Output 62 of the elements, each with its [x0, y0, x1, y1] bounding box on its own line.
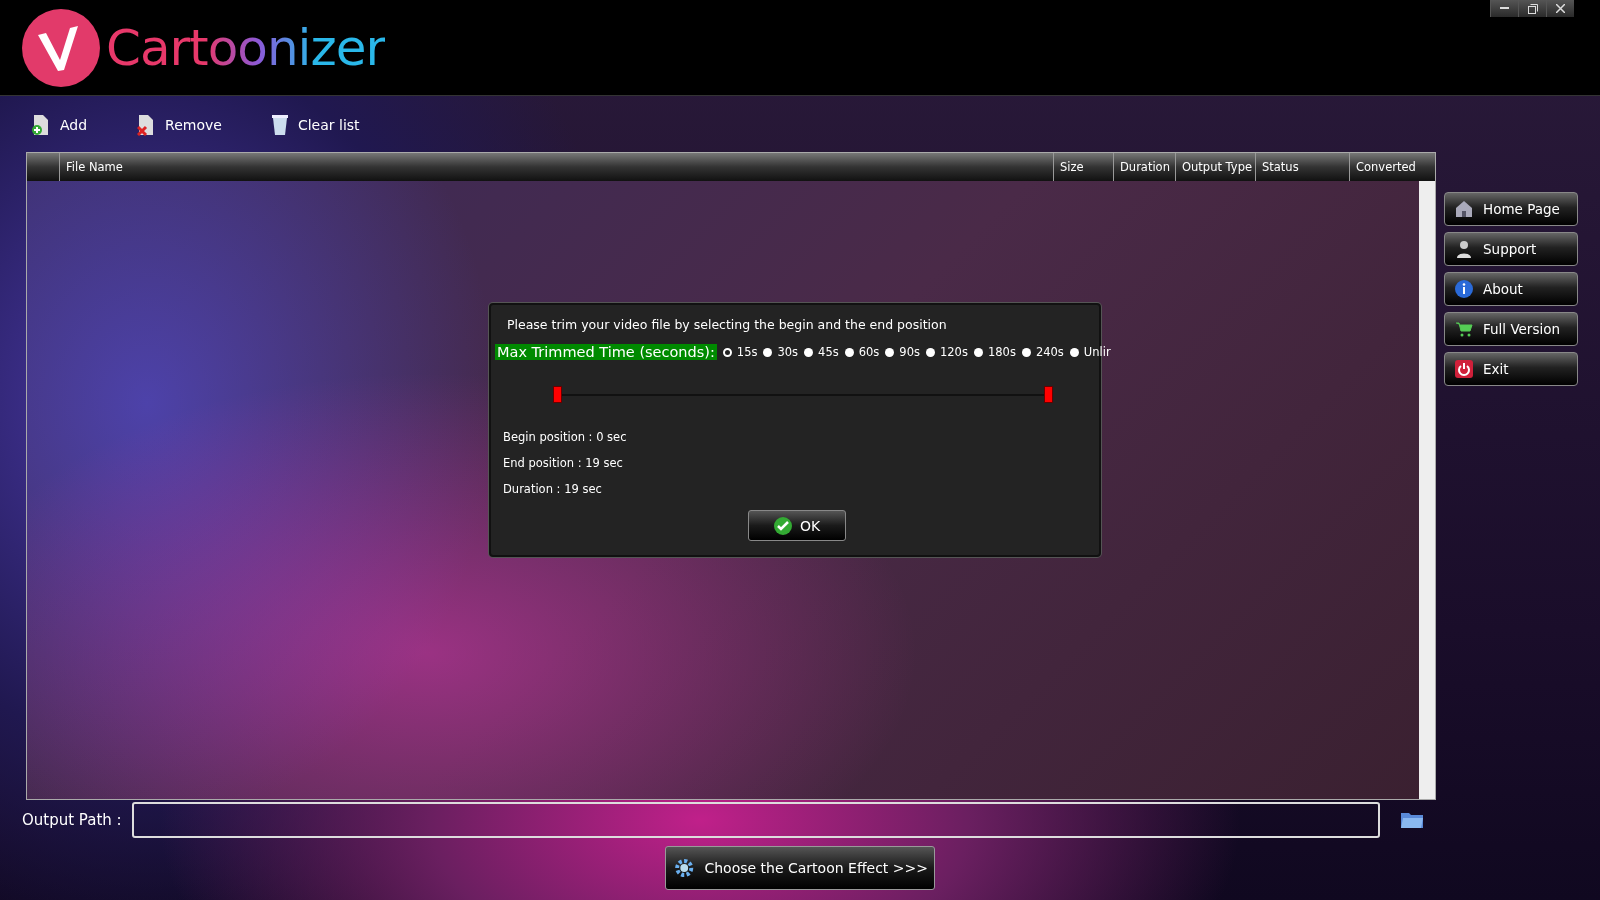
add-button[interactable]: Add — [32, 114, 88, 136]
time-option[interactable]: 60s — [844, 345, 880, 359]
column-header[interactable]: Output Type — [1175, 153, 1255, 181]
trash-icon — [271, 114, 288, 136]
output-path-field[interactable] — [131, 802, 1380, 838]
cart-button[interactable]: Full Version — [1444, 312, 1578, 346]
person-icon — [1455, 240, 1473, 258]
convert-button[interactable]: Choose the Cartoon Effect >>> — [665, 846, 935, 890]
browse-button[interactable] — [1399, 811, 1424, 829]
radio-button[interactable] — [885, 347, 895, 357]
folder-icon — [1399, 811, 1424, 829]
add-file-icon — [32, 114, 50, 136]
output-path-label: Output Path : — [22, 811, 122, 829]
radio-button[interactable] — [763, 347, 773, 357]
radio-button[interactable] — [926, 347, 935, 357]
instruction-text: Please trim your video file by selecting the begin and the end position — [506, 317, 948, 332]
clear-button[interactable]: Clear list — [271, 114, 360, 136]
time-option[interactable]: 45s — [804, 345, 839, 359]
remove-file-icon — [137, 114, 156, 136]
exit-button[interactable]: Exit — [1444, 352, 1578, 386]
minimize-button[interactable] — [1490, 0, 1518, 17]
info-icon — [1455, 280, 1473, 298]
radio-button[interactable] — [804, 347, 814, 357]
time-option[interactable]: 15s — [722, 345, 758, 359]
begin-position-text: Begin position : 0 sec — [503, 430, 628, 444]
logo-icon — [22, 8, 100, 87]
column-header[interactable]: Status — [1255, 153, 1349, 181]
radio-button[interactable] — [722, 347, 732, 357]
end-position-text: End position : 19 sec — [503, 456, 624, 470]
slider-handle[interactable] — [553, 386, 562, 403]
time-option[interactable]: Unlir — [1069, 345, 1111, 359]
slider-handle[interactable] — [1044, 386, 1053, 403]
time-option[interactable]: 90s — [885, 345, 920, 359]
power-icon — [1455, 360, 1473, 378]
column-header[interactable]: Size — [1053, 153, 1113, 181]
ok-button[interactable]: OK — [748, 510, 846, 541]
max-time-label: Max Trimmed Time (seconds): — [495, 344, 717, 360]
minimize-icon — [1500, 7, 1509, 10]
radio-button[interactable] — [844, 347, 854, 357]
check-icon — [773, 516, 792, 535]
restore-button[interactable] — [1518, 0, 1546, 17]
cart-icon — [1455, 321, 1473, 337]
about-button[interactable]: About — [1444, 272, 1578, 306]
close-button[interactable] — [1546, 0, 1574, 17]
column-header[interactable]: Duration — [1113, 153, 1175, 181]
time-option[interactable]: 30s — [763, 345, 799, 359]
house-icon — [1455, 200, 1473, 218]
column-header[interactable]: Converted — [1349, 153, 1415, 181]
time-option[interactable]: 240s — [1021, 345, 1064, 359]
radio-button[interactable] — [1069, 347, 1079, 357]
radio-button[interactable] — [973, 347, 983, 357]
column-header[interactable]: File Name — [59, 153, 1053, 181]
time-option[interactable]: 120s — [926, 345, 968, 359]
remove-button[interactable]: Remove — [137, 114, 222, 136]
close-icon — [1556, 4, 1565, 13]
radio-button[interactable] — [1021, 347, 1031, 357]
scrollbar[interactable] — [1419, 181, 1435, 799]
support-button[interactable]: Support — [1444, 232, 1578, 266]
home-button[interactable]: Home Page — [1444, 192, 1578, 226]
time-option[interactable]: 180s — [973, 345, 1016, 359]
restore-icon — [1527, 3, 1538, 14]
duration-text: Duration : 19 sec — [503, 482, 603, 496]
